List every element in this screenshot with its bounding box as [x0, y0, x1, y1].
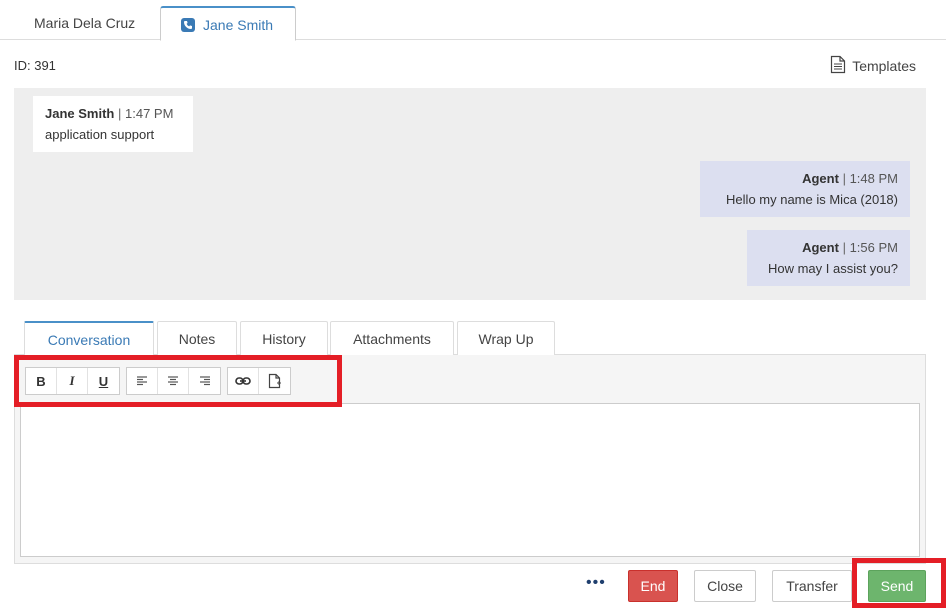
document-icon: [830, 55, 846, 77]
message-text: How may I assist you?: [767, 261, 898, 276]
end-button[interactable]: End: [628, 570, 678, 602]
message-time: 1:56 PM: [849, 240, 898, 255]
close-button[interactable]: Close: [694, 570, 756, 602]
message-separator: |: [117, 106, 122, 121]
tab-conversation[interactable]: Conversation: [24, 321, 154, 355]
contact-tab-jane[interactable]: Jane Smith: [160, 6, 296, 41]
message-separator: |: [842, 240, 846, 255]
message-sender: Agent: [802, 240, 839, 255]
templates-label: Templates: [852, 58, 916, 74]
contact-tab-bar: Maria Dela Cruz Jane Smith: [0, 0, 946, 41]
message-time: 1:48 PM: [849, 171, 898, 186]
tab-history[interactable]: History: [240, 321, 328, 355]
message-sender: Agent: [802, 171, 839, 186]
transfer-button[interactable]: Transfer: [772, 570, 852, 602]
more-options-button[interactable]: •••: [586, 574, 606, 592]
tab-attachments[interactable]: Attachments: [330, 321, 454, 355]
contact-tab-maria[interactable]: Maria Dela Cruz: [14, 6, 156, 41]
session-id: ID: 391: [14, 58, 56, 73]
chat-transcript: Jane Smith | 1:47 PM application support…: [14, 88, 926, 300]
chat-message-customer: Jane Smith | 1:47 PM application support: [33, 96, 193, 152]
tab-notes[interactable]: Notes: [157, 321, 237, 355]
message-sender: Jane Smith: [45, 106, 115, 121]
contact-tab-jane-label: Jane Smith: [203, 17, 274, 33]
message-text: Hello my name is Mica (2018): [726, 192, 898, 207]
message-editor[interactable]: [20, 403, 920, 557]
message-time: 1:47 PM: [125, 106, 174, 121]
message-text: application support: [45, 127, 155, 142]
phone-icon: [181, 18, 195, 32]
chat-message-agent: Agent | 1:48 PM Hello my name is Mica (2…: [700, 161, 910, 217]
templates-button[interactable]: Templates: [830, 55, 916, 77]
tab-wrap-up[interactable]: Wrap Up: [457, 321, 555, 355]
message-separator: |: [842, 171, 846, 186]
send-highlight-box: [852, 558, 946, 608]
chat-message-agent: Agent | 1:56 PM How may I assist you?: [747, 230, 910, 286]
toolbar-highlight-box: [14, 355, 342, 407]
